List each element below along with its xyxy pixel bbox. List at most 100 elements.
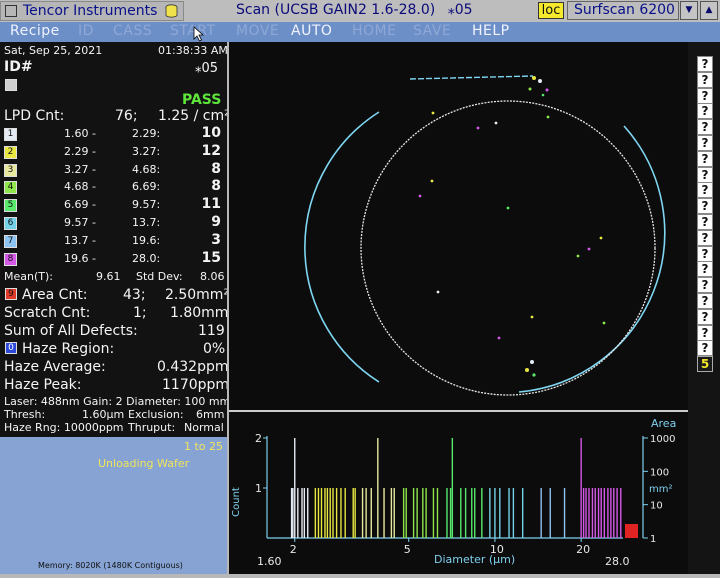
- scratch-count: 1;: [133, 305, 147, 321]
- size-bin-row: 3 3.27 - 4.68: 8: [0, 161, 227, 179]
- slot-button[interactable]: ?: [697, 103, 713, 120]
- y2-tick-label: 1: [650, 534, 656, 545]
- area-marker: [625, 524, 638, 538]
- defect-point: [599, 236, 603, 240]
- slot-button[interactable]: ?: [697, 198, 713, 215]
- slot-button[interactable]: ?: [697, 261, 713, 278]
- bin-low: 1.60 -: [64, 127, 96, 140]
- y-tick-label: 1: [255, 482, 262, 495]
- slot-button[interactable]: ?: [697, 308, 713, 325]
- slot-button[interactable]: ?: [697, 135, 713, 151]
- wafer-edge: [360, 100, 656, 396]
- bin-high: 19.6:: [132, 233, 161, 247]
- bin-swatch[interactable]: 5: [4, 199, 17, 213]
- bin-swatch[interactable]: 6: [4, 217, 17, 230]
- bin-low: 9.57 -: [64, 216, 96, 229]
- bin-low: 2.29 -: [64, 144, 96, 158]
- bin-count: 12: [201, 142, 221, 159]
- defect-point: [602, 321, 606, 325]
- bin-swatch[interactable]: 1: [4, 128, 17, 141]
- haze-average-value: 0.432ppm: [157, 359, 227, 375]
- menu-bar: Recipe ID CASS START MOVE AUTO HOME SAVE…: [0, 22, 720, 42]
- slot-button[interactable]: ?: [697, 87, 713, 104]
- model-selector[interactable]: Surfscan 6200: [567, 1, 679, 20]
- area-count: 43;: [123, 287, 146, 303]
- scratch-value: 1.80mm: [170, 305, 227, 321]
- slot-button[interactable]: ?: [697, 214, 713, 230]
- slot-button[interactable]: ?: [697, 71, 713, 88]
- maximize-button[interactable]: ▲: [700, 1, 718, 20]
- slot-button[interactable]: ?: [697, 166, 713, 183]
- y2-tick-label: 10: [650, 501, 663, 512]
- defect-point: [530, 315, 534, 319]
- y2-tick-label: 1000: [650, 434, 675, 445]
- mouse-cursor-icon: [193, 26, 204, 42]
- area-badge[interactable]: 9: [5, 288, 17, 300]
- defect-point: [494, 121, 498, 125]
- bin-swatch[interactable]: 7: [4, 234, 17, 248]
- menu-cass[interactable]: CASS: [113, 23, 152, 39]
- slot-button[interactable]: ?: [697, 340, 713, 357]
- bin-high: 28.0:: [132, 251, 161, 265]
- bin-high: 13.7:: [132, 216, 161, 229]
- size-bin-row: 4 4.68 - 6.69: 8: [0, 178, 227, 196]
- slot-button[interactable]: ?: [697, 182, 713, 199]
- menu-id[interactable]: ID: [78, 23, 94, 39]
- bin-count: 3: [211, 231, 221, 248]
- menu-home[interactable]: HOME: [352, 23, 396, 39]
- laser-info: Laser: 488nm Gain: 2 Diameter: 100 mm: [4, 395, 227, 408]
- haze-badge[interactable]: 0: [5, 342, 17, 354]
- defect-point: [431, 111, 435, 115]
- slot-column: ??????????????????? 5: [688, 42, 720, 574]
- bin-swatch[interactable]: 2: [4, 145, 17, 159]
- menu-auto[interactable]: AUTO: [291, 23, 332, 39]
- slot-button[interactable]: 5: [697, 356, 713, 373]
- slot-button[interactable]: ?: [697, 324, 713, 341]
- loc-badge[interactable]: loc: [538, 2, 564, 19]
- x-end-label: 1.60: [257, 555, 282, 568]
- menu-help[interactable]: HELP: [472, 23, 510, 39]
- exclusion-value: 6mm: [196, 408, 225, 421]
- haze-average-label: Haze Average:: [4, 359, 106, 375]
- histogram-chart: 12 10001001012 5 10 201.60 28.0 Count Area mm…: [231, 417, 676, 568]
- scan-date: Sat, Sep 25, 2021: [4, 44, 103, 57]
- wafer-outer-ring-right: [518, 125, 666, 393]
- wafer-flat: [409, 75, 534, 80]
- scan-time: 01:38:33 AM: [158, 44, 227, 57]
- bin-low: 19.6 -: [64, 251, 96, 265]
- dropdown-button[interactable]: ▼: [680, 1, 698, 20]
- slot-button[interactable]: ?: [697, 119, 713, 136]
- y-tick-label: 2: [255, 432, 262, 445]
- bin-high: 6.69:: [132, 180, 161, 194]
- slot-button[interactable]: ?: [697, 293, 713, 309]
- y2-axis-unit: mm²: [649, 484, 673, 495]
- defect-point: [506, 206, 510, 210]
- wafer-map[interactable]: [229, 42, 688, 410]
- defect-point: [538, 79, 542, 83]
- app-menu[interactable]: Tencor Instruments: [0, 1, 184, 21]
- menu-move[interactable]: MOVE: [236, 23, 279, 39]
- slot-button[interactable]: ?: [697, 245, 713, 262]
- x-tick-label: 20: [576, 543, 590, 556]
- wafer-map-canvas: [304, 75, 666, 396]
- bin-swatch[interactable]: 3: [4, 163, 17, 177]
- slot-button[interactable]: ?: [697, 150, 713, 167]
- menu-save[interactable]: SAVE: [413, 23, 451, 39]
- y-axis-label: Count: [231, 487, 242, 517]
- size-bin-row: 5 6.69 - 9.57: 11: [0, 196, 227, 214]
- bin-low: 13.7 -: [64, 233, 96, 247]
- slot-button[interactable]: ?: [697, 277, 713, 294]
- defect-point: [587, 247, 591, 251]
- id-label: ID#: [4, 59, 33, 75]
- bin-count: 11: [201, 196, 221, 213]
- bin-swatch[interactable]: 4: [4, 181, 17, 195]
- slot-button[interactable]: ?: [697, 56, 713, 72]
- menu-recipe[interactable]: Recipe: [10, 23, 60, 39]
- scan-id: ⁎05: [447, 2, 473, 18]
- slot-button[interactable]: ?: [697, 229, 713, 246]
- bin-swatch[interactable]: 8: [4, 252, 17, 266]
- id-toggle[interactable]: [5, 79, 17, 91]
- haze-region-value: 0%: [203, 341, 226, 357]
- defect-point: [532, 373, 536, 377]
- system-menu-icon[interactable]: [5, 5, 17, 17]
